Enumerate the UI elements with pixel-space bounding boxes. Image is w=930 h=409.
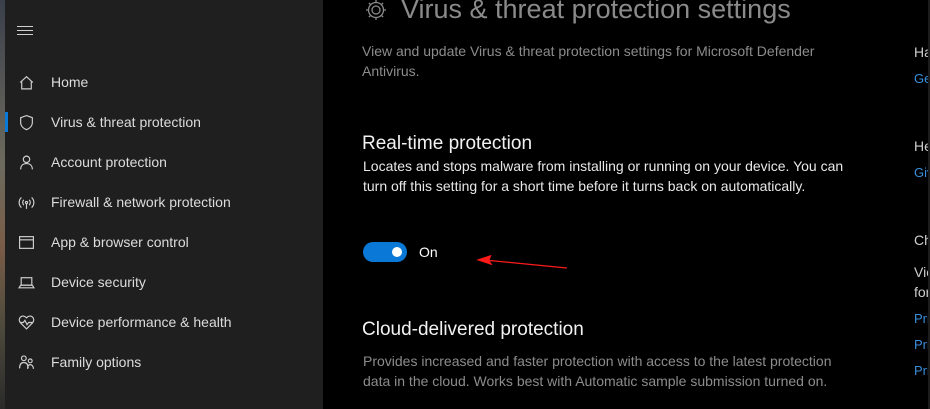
sidebar-item-label: Home [51, 74, 89, 90]
sidebar: Home Virus & threat protection Account p… [5, 0, 323, 409]
sidebar-item-label: Device security [51, 274, 146, 290]
right-panel: Ha Ge He Giv Ch Vie for Pri Pri Pri [868, 0, 930, 409]
heart-icon [17, 313, 35, 331]
page-description: View and update Virus & threat protectio… [362, 43, 815, 79]
cloud-protection-title: Cloud-delivered protection [362, 319, 584, 340]
family-icon [17, 353, 35, 371]
annotation-arrow [476, 254, 567, 269]
sidebar-item-device-security[interactable]: Device security [5, 262, 323, 302]
menu-icon[interactable] [17, 26, 33, 40]
sidebar-item-device-performance-health[interactable]: Device performance & health [5, 302, 323, 342]
sidebar-item-label: Family options [51, 354, 142, 370]
toggle-state-label: On [419, 244, 438, 260]
selection-indicator [5, 112, 8, 132]
gear-icon [366, 0, 386, 20]
main-content: Virus & threat protection settings View … [323, 0, 868, 409]
sidebar-item-label: Virus & threat protection [51, 114, 201, 130]
browser-window-icon [17, 233, 35, 251]
sidebar-item-family-options[interactable]: Family options [5, 342, 323, 382]
cloud-protection-description: Provides increased and faster protection… [363, 353, 832, 389]
shield-icon [17, 113, 35, 131]
sidebar-item-label: Device performance & health [51, 314, 232, 330]
sidebar-item-firewall-network-protection[interactable]: Firewall & network protection [5, 182, 323, 222]
sidebar-item-label: Account protection [51, 154, 167, 170]
realtime-protection-title: Real-time protection [362, 133, 533, 154]
person-icon [17, 153, 35, 171]
home-icon [17, 73, 35, 91]
sidebar-item-label: Firewall & network protection [51, 194, 231, 210]
sidebar-item-account-protection[interactable]: Account protection [5, 142, 323, 182]
laptop-icon [17, 273, 35, 291]
realtime-protection-toggle[interactable] [363, 242, 407, 262]
sidebar-item-label: App & browser control [51, 234, 189, 250]
wifi-signal-icon [17, 193, 35, 211]
sidebar-item-virus-threat-protection[interactable]: Virus & threat protection [5, 102, 323, 142]
realtime-protection-description: Locates and stops malware from installin… [363, 158, 844, 194]
page-title: Virus & threat protection settings [363, 0, 791, 25]
toggle-knob [392, 247, 402, 257]
sidebar-item-app-browser-control[interactable]: App & browser control [5, 222, 323, 262]
sidebar-item-home[interactable]: Home [5, 62, 323, 102]
page-title-text: Virus & threat protection settings [401, 0, 791, 24]
